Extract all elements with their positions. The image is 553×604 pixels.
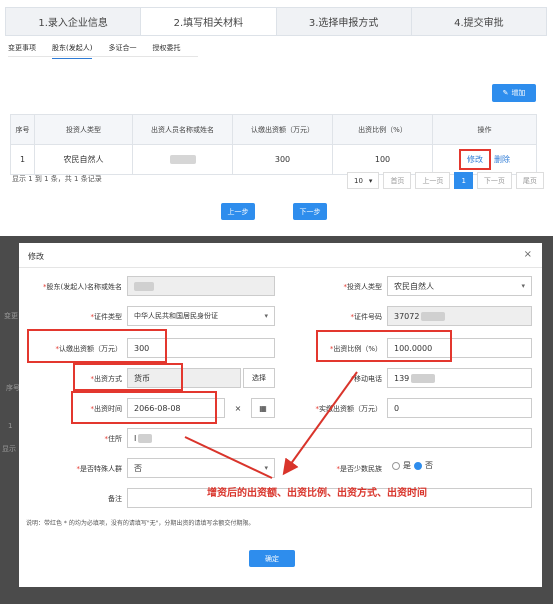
annotation-arrows xyxy=(184,371,358,479)
annotation-text: 增资后的出资额、出资比例、出资方式、出资时间 xyxy=(207,488,427,499)
form-note: 说明：带红色 * 的均为必填项，没有的请填写"无"，分期出资的请填写余额交付期限… xyxy=(26,520,255,527)
arrow-from-time xyxy=(184,436,273,479)
arrow-from-ratio xyxy=(282,371,358,476)
